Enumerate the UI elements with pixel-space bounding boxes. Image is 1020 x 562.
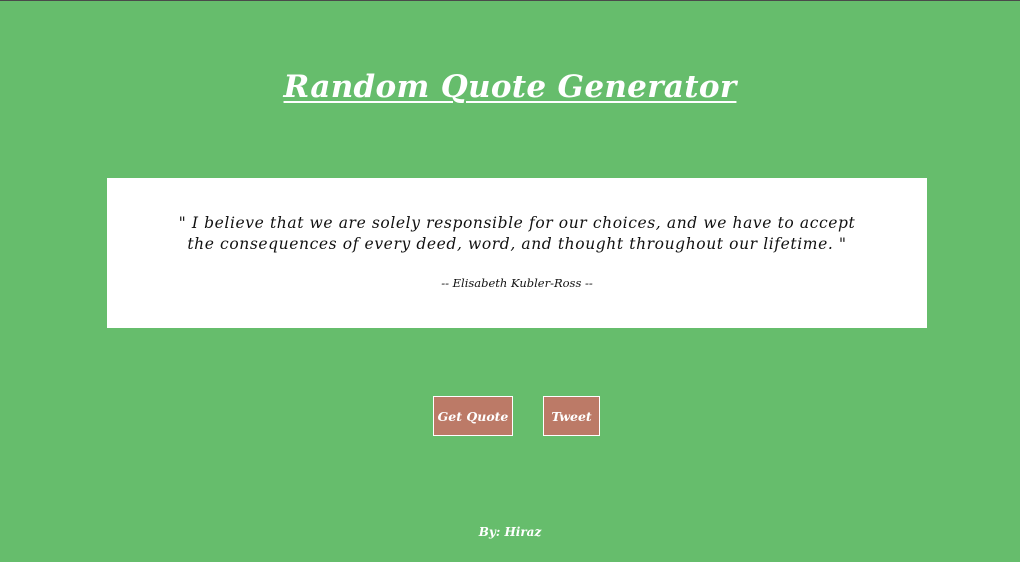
get-quote-button[interactable]: Get Quote (433, 396, 513, 436)
quote-text: " I believe that we are solely responsib… (178, 214, 856, 253)
quote-card: " I believe that we are solely responsib… (107, 178, 927, 328)
page-title: Random Quote Generator (283, 69, 737, 105)
footer-credit: By: Hiraz (478, 525, 542, 539)
quote-author: -- Elisabeth Kubler-Ross -- (441, 276, 593, 290)
page-title-wrapper: Random Quote Generator (0, 67, 1020, 105)
tweet-button[interactable]: Tweet (543, 396, 600, 436)
